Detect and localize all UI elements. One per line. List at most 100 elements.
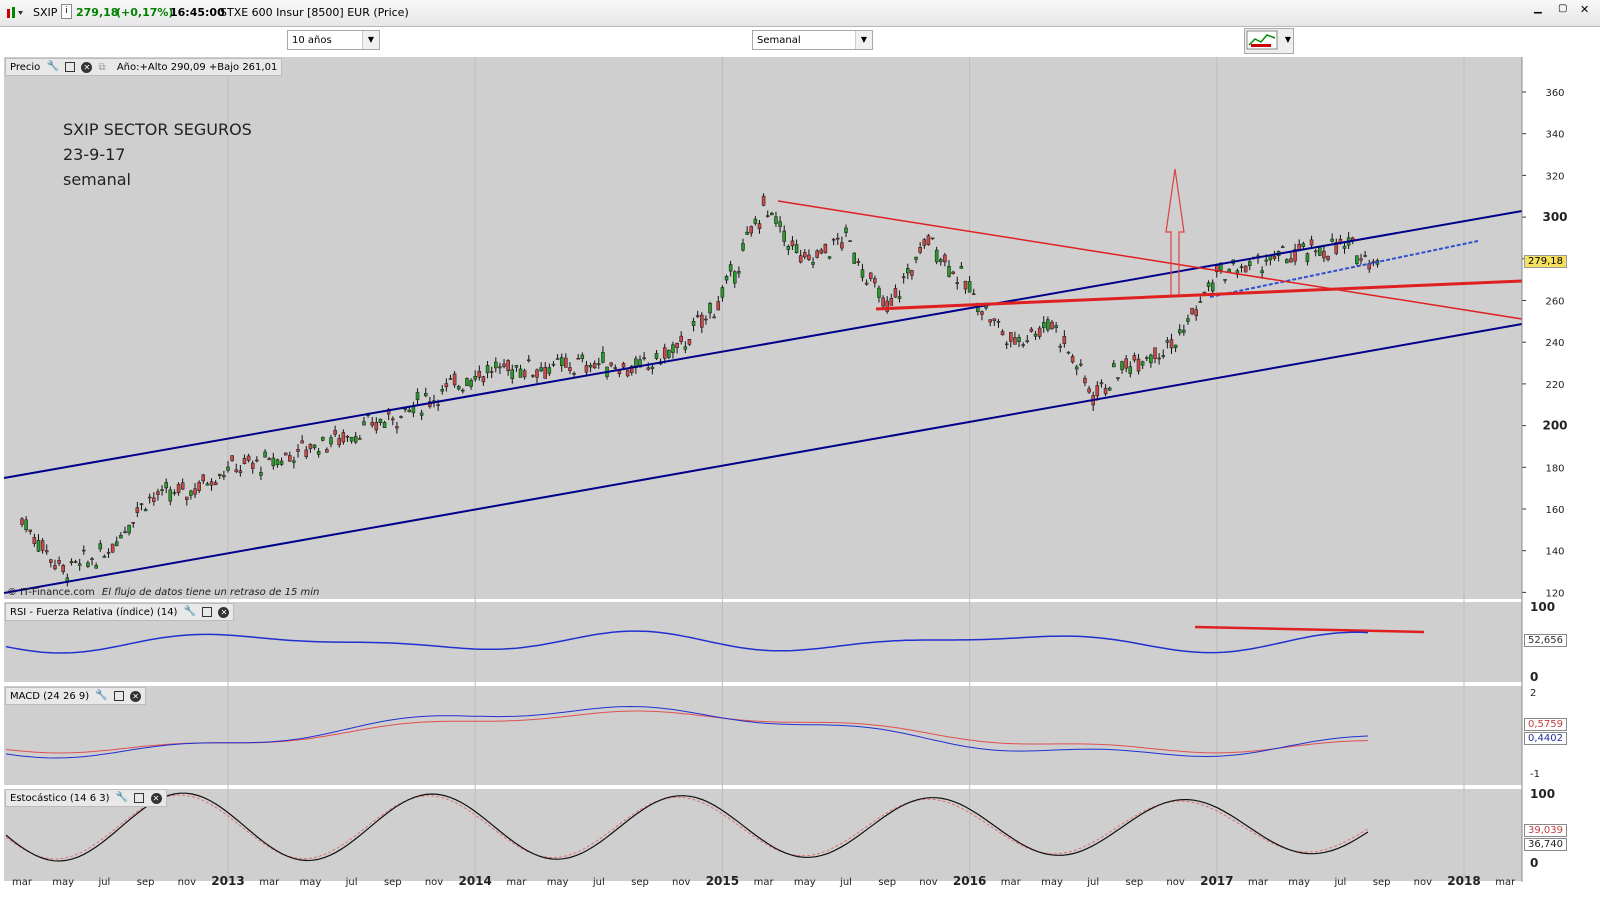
candle-body [873,278,877,284]
candle-body [473,375,477,380]
price-axis-tick: 360 [1545,88,1564,99]
macd-pane-title: MACD (24 26 9) [10,691,90,702]
candle-body [321,436,325,441]
candle-body [1112,363,1116,368]
candle-body [24,519,28,531]
candle-body [329,437,333,445]
candle-body [1264,259,1268,262]
candle-body [906,268,910,274]
wrench-icon[interactable]: 🔧 [46,59,58,75]
candle-body [378,418,383,423]
x-axis-tick: 2014 [458,874,491,888]
candle-body [811,262,815,265]
candle-body [1058,345,1062,348]
candle-body [498,366,502,369]
candle-body [522,370,527,378]
x-axis-tick: may [1041,877,1063,888]
candle-body [147,496,152,499]
candle-body [654,353,659,359]
chart-area[interactable]: 3603403203002802602402202001801601401201… [0,57,1600,906]
x-axis-tick: jul [345,877,358,888]
info-icon[interactable]: i [61,4,72,19]
price-axis-tick: 180 [1545,463,1564,474]
candle-body [864,282,869,285]
copy-icon[interactable]: ⧉ [99,62,106,73]
candle-body [1136,358,1141,372]
candle-body [1128,366,1133,374]
candle-body [32,537,37,545]
candle-body [687,338,692,345]
candle-body [53,565,57,570]
close-icon[interactable]: ✕ [218,606,230,618]
candle-body [1280,246,1285,249]
drawing-tools-button[interactable]: ▼ [1244,28,1294,54]
x-axis-tick: mar [1001,877,1022,888]
chevron-down-icon[interactable]: ▼ [855,31,872,49]
stoch-pane-bg [4,789,1522,881]
period-select[interactable]: 10 años ▼ [287,30,380,50]
indicator-axis-tick: 100 [1530,787,1555,801]
x-axis-tick: 2018 [1447,874,1480,888]
candle-body [597,363,601,365]
candle-body [893,288,898,298]
indicator-axis-tick: 100 [1530,600,1555,614]
candle-body [1202,291,1207,294]
close-icon[interactable]: ✕ [1580,3,1589,16]
maximize-icon[interactable]: ▢ [1558,3,1567,14]
price-pane-label: Precio 🔧 ✕ ⧉ Año:+Alto 290,09 +Bajo 261,… [5,58,283,76]
symbol-label: SXIP [33,6,58,19]
candle-body [1042,322,1046,328]
chart-type-icon[interactable] [6,5,26,22]
wrench-icon[interactable]: 🔧 [95,688,107,704]
candle-body [110,543,115,553]
x-axis-tick: may [300,877,322,888]
wrench-icon[interactable]: 🔧 [116,790,128,806]
candle-body [143,509,148,512]
x-axis-tick: sep [384,877,402,888]
chevron-down-icon[interactable]: ▼ [1285,35,1291,44]
candle-body [115,541,119,546]
candle-body [77,563,82,566]
x-axis-tick: mar [259,877,280,888]
candle-body [601,352,605,363]
candle-body [671,344,675,353]
candle-body [527,359,531,362]
close-icon[interactable]: ✕ [81,61,93,73]
candle-body [337,438,341,446]
candle-body [1342,245,1347,249]
window-icon[interactable] [134,793,145,803]
candle-body [580,354,585,359]
candle-body [675,342,679,349]
candle-body [275,459,280,465]
candle-body [230,455,234,461]
candle-body [73,561,78,563]
candle-body [444,383,449,388]
candle-body [209,481,214,486]
candle-body [914,256,918,260]
candle-body [1033,333,1038,337]
candle-body [489,371,494,373]
candle-body [971,293,976,295]
interval-select[interactable]: Semanal ▼ [752,30,873,50]
candle-body [316,451,321,455]
candle-body [1301,243,1306,248]
x-axis-tick: nov [672,877,690,888]
indicator-axis-tick: 0 [1530,670,1538,684]
macd-pane-bg [4,686,1522,785]
candle-body [119,534,123,539]
candle-body [160,489,164,491]
minimize-icon[interactable]: ▁ [1534,3,1542,14]
close-icon[interactable]: ✕ [130,690,142,702]
macd-value-2-badge: 0,4402 [1524,732,1567,745]
wrench-icon[interactable]: 🔧 [184,604,196,620]
candle-body [1243,265,1248,273]
candle-body [695,315,700,317]
candle-body [547,367,552,374]
chevron-down-icon[interactable]: ▼ [362,31,379,49]
window-icon[interactable] [113,691,124,701]
candle-body [765,215,770,217]
window-icon[interactable] [202,607,213,617]
candle-body [514,365,519,368]
close-icon[interactable]: ✕ [150,792,162,804]
window-icon[interactable] [65,62,76,72]
